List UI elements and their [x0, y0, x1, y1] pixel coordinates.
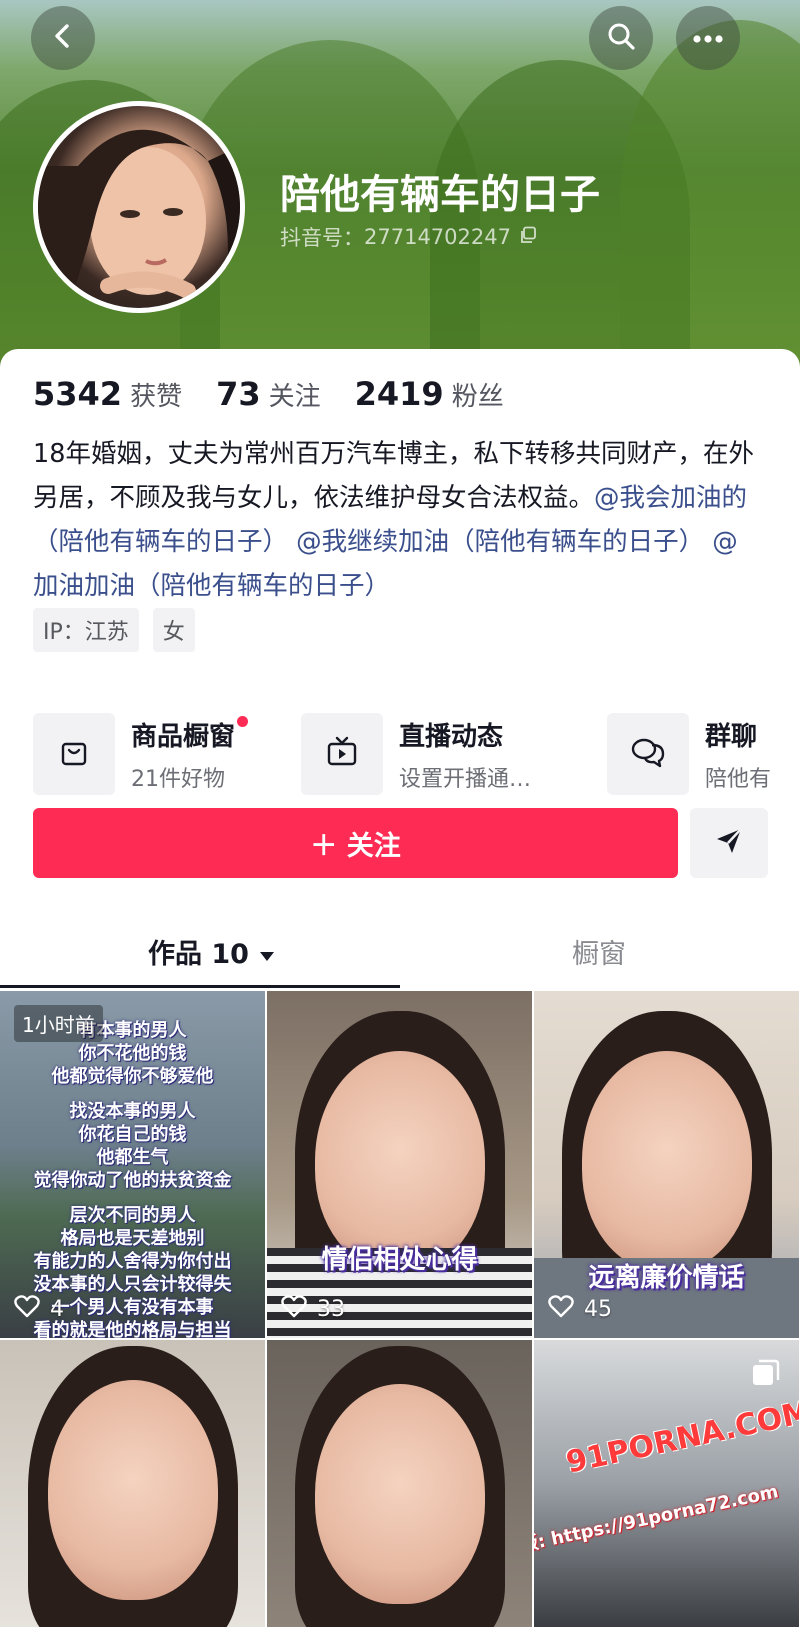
gender-tag: 女: [152, 608, 195, 652]
like-count: 45: [548, 1294, 612, 1324]
search-button[interactable]: [589, 6, 653, 70]
entry-title: 群聊: [705, 721, 758, 752]
thumbnail-text-line: 觉得你动了他的扶贫资金: [33, 1170, 232, 1191]
entry-title: 商品橱窗: [131, 721, 236, 752]
active-tab-indicator: [0, 985, 400, 988]
caret-down-icon: [258, 939, 276, 970]
like-number: 45: [584, 1296, 612, 1322]
thumbnail-text-line: 有能力的人舍得为你付出: [33, 1251, 232, 1272]
thumbnail-text-line: 找没本事的男人: [69, 1101, 196, 1122]
video-thumbnail[interactable]: 远离廉价情话 45: [534, 991, 799, 1338]
douyin-id[interactable]: 抖音号： 27714702247: [280, 222, 537, 252]
portrait-face: [581, 1051, 752, 1271]
thumbnail-text-line: 没本事的人只会计较得失: [33, 1274, 232, 1295]
entry-icon-box: [301, 713, 383, 795]
heart-icon: [281, 1294, 307, 1324]
group-chat-icon: [629, 735, 667, 773]
stat-label: 获赞: [130, 382, 183, 412]
back-icon: [49, 22, 77, 54]
thumbnail-text: 有本事的男人 你不花他的钱 他都觉得你不够爱他 找没本事的男人 你花自己的钱 他…: [0, 1019, 265, 1338]
profile-name: 陪他有辆车的日子: [280, 172, 600, 218]
stat-label: 粉丝: [451, 382, 504, 412]
entry-subtitle: 陪他有: [705, 766, 772, 792]
like-number: 4: [50, 1296, 64, 1322]
douyin-id-value: 27714702247: [364, 225, 511, 249]
live-tv-icon: [325, 735, 359, 773]
thumbnail-text-line: 层次不同的男人: [69, 1205, 196, 1226]
ip-tag: IP：江苏: [33, 608, 139, 652]
stat-label: 关注: [268, 382, 321, 412]
watermark-url: 看完整版: https://91porna72.com: [534, 1481, 781, 1568]
entry-shop-window[interactable]: 商品橱窗 21件好物: [33, 713, 249, 795]
multi-image-icon: [751, 1358, 781, 1392]
notification-dot: [237, 715, 249, 727]
like-number: 33: [317, 1296, 345, 1322]
entry-live[interactable]: 直播动态 设置开播通…: [301, 713, 531, 795]
thumbnail-text-line: 他都生气: [96, 1147, 169, 1168]
copy-icon[interactable]: [519, 225, 537, 249]
stat-likes: 5342 获赞: [33, 375, 182, 413]
more-button[interactable]: [676, 6, 740, 70]
thumbnail-text-line: 他都觉得你不够爱他: [51, 1066, 214, 1087]
search-icon: [606, 21, 636, 55]
thumbnail-caption: 情侣相处心得: [321, 1245, 478, 1275]
stat-number: 73: [216, 375, 261, 413]
entry-title: 直播动态: [399, 721, 504, 752]
portrait-face: [47, 1380, 218, 1600]
profile-tabs: 作品 10 橱窗: [0, 920, 800, 990]
more-icon: [692, 29, 724, 48]
thumbnail-caption: 远离廉价情话: [588, 1263, 745, 1293]
profile-cover: 陪他有辆车的日子 抖音号： 27714702247: [0, 0, 800, 380]
heart-icon: [14, 1294, 40, 1324]
stat-following[interactable]: 73 关注: [216, 375, 321, 413]
shop-bag-icon: [58, 736, 90, 772]
thumbnail-text-line: 你花自己的钱: [78, 1124, 187, 1145]
video-thumbnail[interactable]: [0, 1340, 265, 1627]
thumbnail-text-line: 格局也是天差地别: [60, 1228, 205, 1249]
tab-works[interactable]: 作品 10: [148, 932, 276, 971]
entry-group-chat[interactable]: 群聊 陪他有: [607, 713, 771, 795]
like-count: 4: [14, 1294, 64, 1324]
profile-tags: IP：江苏 女: [33, 608, 195, 652]
avatar[interactable]: [33, 101, 245, 313]
video-thumbnail[interactable]: 有本事的男人 你不花他的钱 他都觉得你不够爱他 找没本事的男人 你花自己的钱 他…: [0, 991, 265, 1338]
entry-subtitle: 设置开播通…: [399, 766, 532, 792]
tab-label: 作品 10: [148, 939, 249, 970]
entry-icon-box: [33, 713, 115, 795]
portrait-face: [314, 1051, 485, 1271]
profile-stats: 5342 获赞 73 关注 2419 粉丝: [33, 375, 504, 413]
follow-button[interactable]: ＋ 关注: [33, 808, 678, 878]
send-icon: [714, 826, 744, 860]
cover-foliage: [620, 20, 800, 380]
profile-entries: 商品橱窗 21件好物 直播动态 设置开播通… 群聊 陪他有: [33, 713, 800, 795]
thumbnail-text-line: 你不花他的钱: [78, 1043, 187, 1064]
stat-followers[interactable]: 2419 粉丝: [355, 375, 504, 413]
video-thumbnail[interactable]: 情侣相处心得 33: [267, 991, 532, 1338]
video-thumbnail[interactable]: [267, 1340, 532, 1627]
time-badge: 1小时前: [14, 1005, 103, 1042]
like-count: 33: [281, 1294, 345, 1324]
tab-shop-window[interactable]: 橱窗: [572, 932, 626, 971]
stat-number: 5342: [33, 375, 123, 413]
bio-mention[interactable]: @我继续加油（陪他有辆车的日子）: [296, 527, 704, 557]
video-thumbnail[interactable]: 91PORNA.COM 看完整版: https://91porna72.com: [534, 1340, 799, 1627]
entry-icon-box: [607, 713, 689, 795]
stat-number: 2419: [354, 375, 444, 413]
watermark-brand: 91PORNA.COM: [563, 1394, 799, 1481]
share-button[interactable]: [690, 808, 768, 878]
douyin-id-label: 抖音号：: [280, 226, 364, 250]
back-button[interactable]: [31, 6, 95, 70]
portrait-face: [314, 1384, 485, 1604]
profile-bio: 18年婚姻，丈夫为常州百万汽车博主，私下转移共同财产，在外另居，不顾及我与女儿，…: [33, 432, 763, 608]
entry-subtitle: 21件好物: [131, 766, 225, 792]
heart-icon: [548, 1294, 574, 1324]
